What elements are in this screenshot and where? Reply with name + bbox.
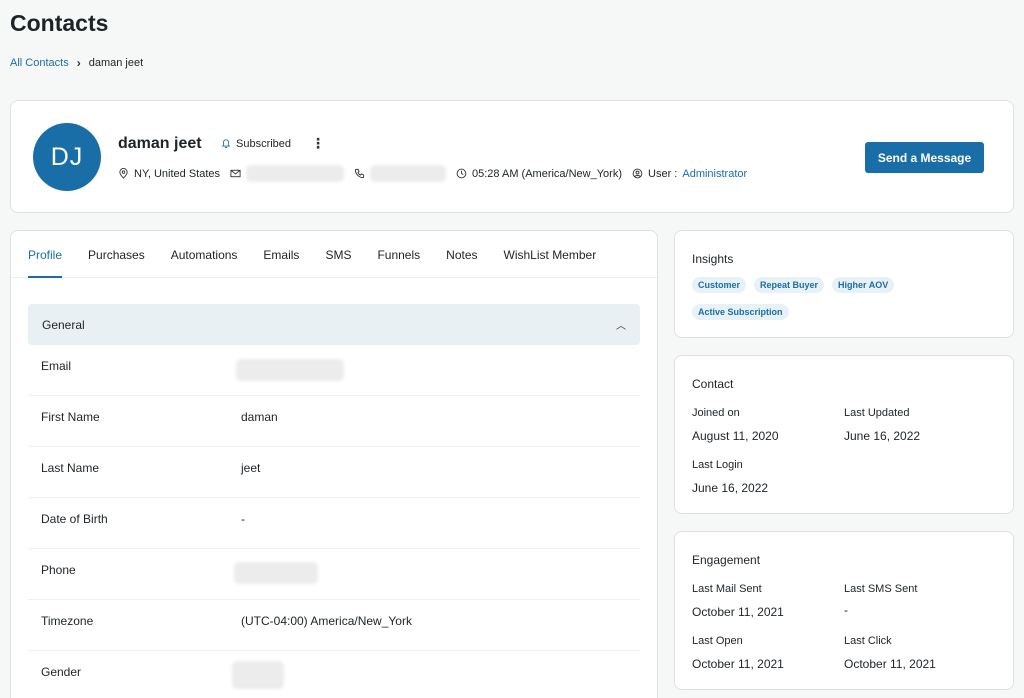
field-row-timezone: Timezone (UTC-04:00) America/New_York (28, 600, 640, 651)
breadcrumb: All Contacts › daman jeet (10, 56, 143, 70)
breadcrumb-current: daman jeet (88, 57, 144, 69)
profile-card: Profile Purchases Automations Emails SMS… (10, 230, 658, 698)
user-role-label: User : (648, 167, 678, 180)
more-options-icon[interactable]: ⋮ (311, 136, 325, 150)
contact-info-card: Contact Joined on August 11, 2020 Last U… (674, 355, 1014, 514)
insight-badge: Active Subscription (692, 304, 789, 320)
field-row-first-name: First Name daman (28, 396, 640, 447)
field-row-email: Email (28, 345, 640, 396)
field-label: Gender (41, 665, 82, 679)
user-icon (632, 168, 643, 179)
general-section-toggle[interactable]: General ︿ (28, 304, 640, 345)
field-value: daman (241, 410, 278, 424)
phone-item (354, 165, 447, 182)
last-mail-label: Last Mail Sent (692, 583, 762, 595)
insights-title: Insights (692, 252, 734, 266)
phone-value-redacted (234, 562, 318, 584)
last-open-value: October 11, 2021 (692, 657, 784, 671)
bell-icon (221, 139, 231, 149)
field-label: Last Name (41, 461, 100, 475)
field-value: (UTC-04:00) America/New_York (241, 614, 412, 628)
field-label: First Name (41, 410, 100, 424)
tab-funnels[interactable]: Funnels (377, 231, 420, 278)
phone-icon (354, 168, 365, 179)
last-click-value: October 11, 2021 (844, 657, 936, 671)
phone-redacted (370, 165, 447, 182)
envelope-icon (230, 169, 241, 178)
last-click-label: Last Click (844, 635, 892, 647)
field-row-date-of-birth: Date of Birth - (28, 498, 640, 549)
email-item (230, 165, 345, 182)
last-sms-value: - (844, 603, 848, 617)
last-updated-value: June 16, 2022 (844, 429, 921, 443)
location-item: NY, United States (118, 168, 220, 180)
location-pin-icon (119, 168, 128, 179)
contact-name: daman jeet (118, 135, 202, 152)
subscription-status-label: Subscribed (236, 138, 292, 150)
field-label: Phone (41, 563, 76, 577)
field-label: Date of Birth (41, 512, 108, 526)
clock-icon (456, 168, 467, 179)
field-row-gender: Gender (28, 651, 640, 698)
field-row-last-name: Last Name jeet (28, 447, 640, 498)
contact-info-title: Contact (692, 377, 734, 391)
joined-value: August 11, 2020 (692, 429, 779, 443)
chevron-up-icon: ︿ (616, 321, 626, 332)
user-role-link[interactable]: Administrator (682, 168, 747, 180)
tab-notes[interactable]: Notes (446, 231, 477, 278)
tab-sms[interactable]: SMS (325, 231, 351, 278)
tab-profile[interactable]: Profile (28, 231, 63, 278)
subscription-status: Subscribed (221, 138, 291, 150)
field-label: Timezone (41, 614, 94, 628)
joined-label: Joined on (692, 407, 740, 419)
user-role-item: User : Administrator (632, 168, 747, 180)
chevron-right-icon: › (76, 56, 81, 70)
field-value: - (241, 512, 245, 526)
contact-tabs: Profile Purchases Automations Emails SMS… (11, 231, 657, 278)
field-label: Email (41, 359, 72, 373)
time-item: 05:28 AM (America/New_York) (456, 168, 622, 180)
last-open-label: Last Open (692, 635, 743, 647)
email-value-redacted (236, 359, 344, 381)
last-mail-value: October 11, 2021 (692, 605, 784, 619)
local-time-text: 05:28 AM (America/New_York) (472, 167, 623, 180)
insight-badge: Repeat Buyer (754, 277, 825, 293)
field-row-phone: Phone (28, 549, 640, 600)
last-login-value: June 16, 2022 (692, 481, 769, 495)
engagement-card: Engagement Last Mail Sent October 11, 20… (674, 531, 1014, 690)
tab-emails[interactable]: Emails (263, 231, 299, 278)
gender-value-redacted (232, 661, 284, 689)
breadcrumb-all-contacts-link[interactable]: All Contacts (10, 57, 69, 69)
send-message-button[interactable]: Send a Message (865, 142, 984, 173)
tab-wishlist-member[interactable]: WishList Member (504, 231, 597, 278)
avatar: DJ (33, 123, 101, 191)
insights-card: Insights Customer Repeat Buyer Higher AO… (674, 230, 1014, 338)
email-redacted (246, 165, 345, 182)
insight-badge: Customer (692, 277, 747, 293)
last-updated-label: Last Updated (844, 407, 910, 419)
contact-header-card: DJ daman jeet Subscribed ⋮ NY, United St… (10, 100, 1014, 213)
last-login-label: Last Login (692, 459, 743, 471)
engagement-title: Engagement (692, 553, 761, 567)
last-sms-label: Last SMS Sent (844, 583, 918, 595)
tab-purchases[interactable]: Purchases (88, 231, 145, 278)
tab-automations[interactable]: Automations (171, 231, 238, 278)
general-section-title: General (42, 317, 85, 332)
insight-badge: Higher AOV (832, 277, 895, 293)
page-title: Contacts (10, 10, 109, 36)
contact-meta-row: NY, United States 05:28 AM (America/New_… (118, 165, 757, 182)
location-text: NY, United States (134, 167, 221, 180)
insight-badges: Customer Repeat Buyer Higher AOV Active … (692, 277, 992, 320)
field-value: jeet (241, 461, 261, 475)
